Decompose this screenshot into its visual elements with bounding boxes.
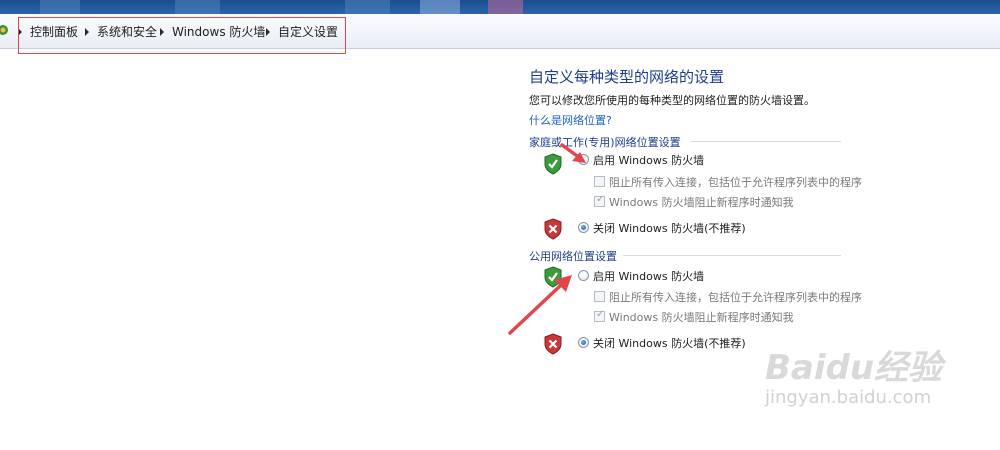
public-notify-checkbox[interactable] — [594, 309, 605, 322]
private-block-all-checkbox[interactable] — [594, 176, 605, 187]
taskbar-tile — [488, 0, 523, 14]
taskbar-tile — [420, 0, 460, 14]
taskbar-tile — [40, 0, 80, 14]
public-enable-firewall-label[interactable]: 启用 Windows 防火墙 — [593, 268, 704, 284]
baidu-watermark: Baidu经验 jingyan.baidu.com — [765, 340, 942, 408]
public-block-all-label: 阻止所有传入连接，包括位于允许程序列表中的程序 — [609, 291, 862, 304]
public-enable-firewall-radio[interactable] — [578, 270, 589, 281]
public-disable-firewall-radio[interactable] — [578, 337, 589, 348]
taskbar — [0, 0, 1000, 14]
shield-x-icon — [544, 218, 562, 240]
private-network-section-label: 家庭或工作(专用)网络位置设置 — [529, 136, 681, 149]
section-divider — [691, 141, 841, 142]
private-enable-firewall-label[interactable]: 启用 Windows 防火墙 — [593, 152, 704, 168]
section-divider — [623, 255, 841, 256]
private-disable-firewall-label[interactable]: 关闭 Windows 防火墙(不推荐) — [593, 220, 746, 236]
annotation-arrow-icon — [508, 275, 572, 335]
taskbar-tile — [175, 0, 220, 14]
public-disable-firewall-label[interactable]: 关闭 Windows 防火墙(不推荐) — [593, 335, 746, 351]
control-panel-icon — [0, 25, 8, 35]
public-block-all-checkbox[interactable] — [594, 291, 605, 302]
watermark-main-text: Baidu经验 — [765, 348, 943, 388]
page-description: 您可以修改您所使用的每种类型的网络位置的防火墙设置。 — [529, 94, 815, 107]
taskbar-tile — [345, 0, 390, 14]
network-location-help-link[interactable]: 什么是网络位置? — [529, 112, 612, 128]
private-block-all-label: 阻止所有传入连接，包括位于允许程序列表中的程序 — [609, 176, 862, 189]
page-title: 自定义每种类型的网络的设置 — [529, 68, 725, 86]
private-notify-checkbox[interactable] — [594, 194, 605, 207]
annotation-arrow-icon — [560, 143, 586, 163]
breadcrumb-highlight-box — [18, 17, 346, 54]
private-disable-firewall-radio[interactable] — [578, 222, 589, 233]
private-notify-label: Windows 防火墙阻止新程序时通知我 — [609, 196, 794, 209]
public-network-section-label: 公用网络位置设置 — [529, 250, 617, 263]
watermark-sub-text: jingyan.baidu.com — [765, 387, 932, 408]
public-notify-label: Windows 防火墙阻止新程序时通知我 — [609, 311, 794, 324]
